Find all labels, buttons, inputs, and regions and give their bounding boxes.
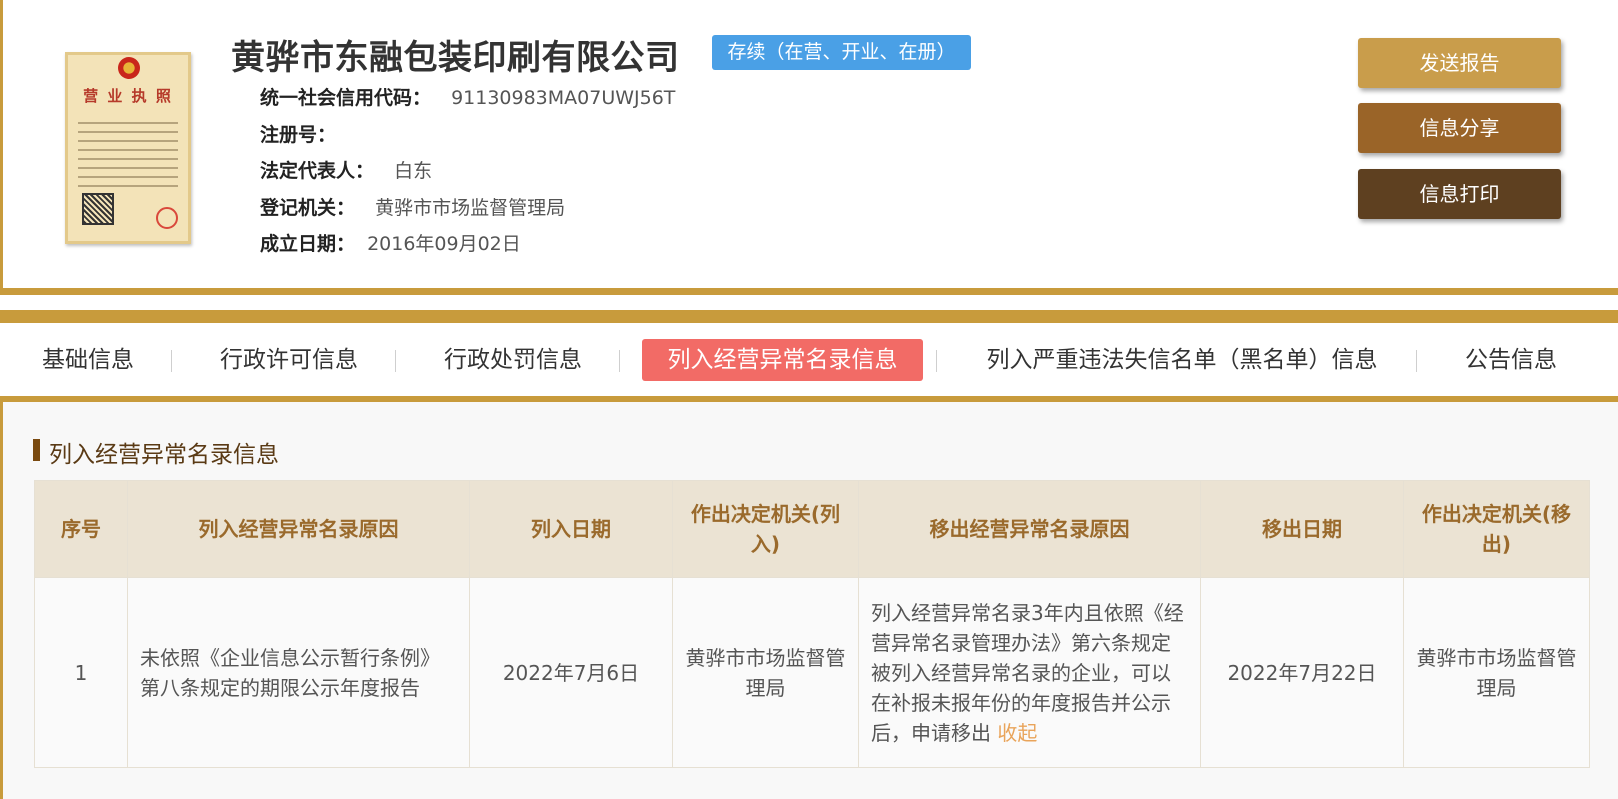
qr-code-icon <box>82 193 114 225</box>
header-divider <box>0 288 1618 295</box>
column-header: 作出决定机关(列入) <box>672 480 859 578</box>
section-title-text: 列入经营异常名录信息 <box>49 442 279 468</box>
tab-admin-penalty[interactable]: 行政处罚信息 <box>442 339 584 381</box>
license-title: 营 业 执 照 <box>83 87 173 105</box>
tab-blacklist[interactable]: 列入严重违法失信名单（黑名单）信息 <box>983 339 1381 381</box>
tab-admin-license[interactable]: 行政许可信息 <box>218 339 360 381</box>
info-value: 91130983MA07UWJ56T <box>451 87 676 109</box>
tab-separator <box>936 350 937 372</box>
column-header: 序号 <box>34 480 128 578</box>
cell-index: 1 <box>34 577 128 768</box>
column-header: 移出日期 <box>1200 480 1404 578</box>
business-license-image[interactable]: 营 业 执 照 <box>65 52 191 244</box>
info-row-established: 成立日期： 2016年09月02日 <box>260 229 521 256</box>
column-header: 列入经营异常名录原因 <box>127 480 470 578</box>
column-header: 作出决定机关(移出) <box>1403 480 1590 578</box>
info-value: 2016年09月02日 <box>367 233 521 255</box>
info-row-reg-number: 注册号： <box>260 120 336 147</box>
tab-bar: 基础信息 行政许可信息 行政处罚信息 列入经营异常名录信息 列入严重违法失信名单… <box>0 323 1618 396</box>
column-header: 列入日期 <box>469 480 673 578</box>
cell-authority-out: 黄骅市市场监督管理局 <box>1403 577 1590 768</box>
tab-separator <box>395 350 396 372</box>
tab-basic-info[interactable]: 基础信息 <box>40 339 136 381</box>
national-emblem-icon <box>118 57 140 79</box>
column-header: 移出经营异常名录原因 <box>858 480 1201 578</box>
table-row: 1 未依照《企业信息公示暂行条例》第八条规定的期限公示年度报告 2022年7月6… <box>34 577 1590 768</box>
info-row-credit-code: 统一社会信用代码： 91130983MA07UWJ56T <box>260 83 675 110</box>
info-value: 白东 <box>394 160 433 182</box>
info-label: 统一社会信用代码： <box>260 87 432 109</box>
cell-date-in: 2022年7月6日 <box>469 577 673 768</box>
cell-authority-in: 黄骅市市场监督管理局 <box>672 577 859 768</box>
print-info-button[interactable]: 信息打印 <box>1358 169 1561 219</box>
tab-abnormal-operations[interactable]: 列入经营异常名录信息 <box>642 339 923 381</box>
info-label: 法定代表人： <box>260 160 375 182</box>
section-title: 列入经营异常名录信息 <box>33 435 279 469</box>
cell-reason-in: 未依照《企业信息公示暂行条例》第八条规定的期限公示年度报告 <box>127 577 470 768</box>
table-header-row: 序号 列入经营异常名录原因 列入日期 作出决定机关(列入) 移出经营异常名录原因… <box>34 480 1590 578</box>
tab-separator <box>1416 350 1417 372</box>
license-text-lines <box>78 115 178 194</box>
info-row-authority: 登记机关： 黄骅市市场监督管理局 <box>260 193 565 220</box>
official-seal-icon <box>156 207 178 229</box>
send-report-button[interactable]: 发送报告 <box>1358 38 1561 88</box>
company-name: 黄骅市东融包装印刷有限公司 <box>231 38 680 78</box>
content-area: 列入经营异常名录信息 序号 列入经营异常名录原因 列入日期 作出决定机关(列入)… <box>0 402 1618 799</box>
info-row-legal-rep: 法定代表人： 白东 <box>260 156 432 183</box>
info-label: 成立日期： <box>260 233 356 255</box>
cell-date-out: 2022年7月22日 <box>1200 577 1404 768</box>
info-value: 黄骅市市场监督管理局 <box>375 197 566 219</box>
tab-separator <box>619 350 620 372</box>
company-header: 营 业 执 照 黄骅市东融包装印刷有限公司 存续（在营、开业、在册） 统一社会信… <box>0 0 1618 288</box>
collapse-link[interactable]: 收起 <box>997 721 1037 745</box>
tab-announcements[interactable]: 公告信息 <box>1463 339 1559 381</box>
abnormal-operations-table: 序号 列入经营异常名录原因 列入日期 作出决定机关(列入) 移出经营异常名录原因… <box>34 480 1590 768</box>
status-badge: 存续（在营、开业、在册） <box>712 35 971 70</box>
tabs-top-border <box>0 310 1618 323</box>
share-info-button[interactable]: 信息分享 <box>1358 103 1561 153</box>
tab-separator <box>171 350 172 372</box>
cell-reason-out: 列入经营异常名录3年内且依照《经营异常名录管理办法》第六条规定被列入经营异常名录… <box>858 577 1201 768</box>
info-label: 登记机关： <box>260 197 356 219</box>
info-label: 注册号： <box>260 124 337 146</box>
